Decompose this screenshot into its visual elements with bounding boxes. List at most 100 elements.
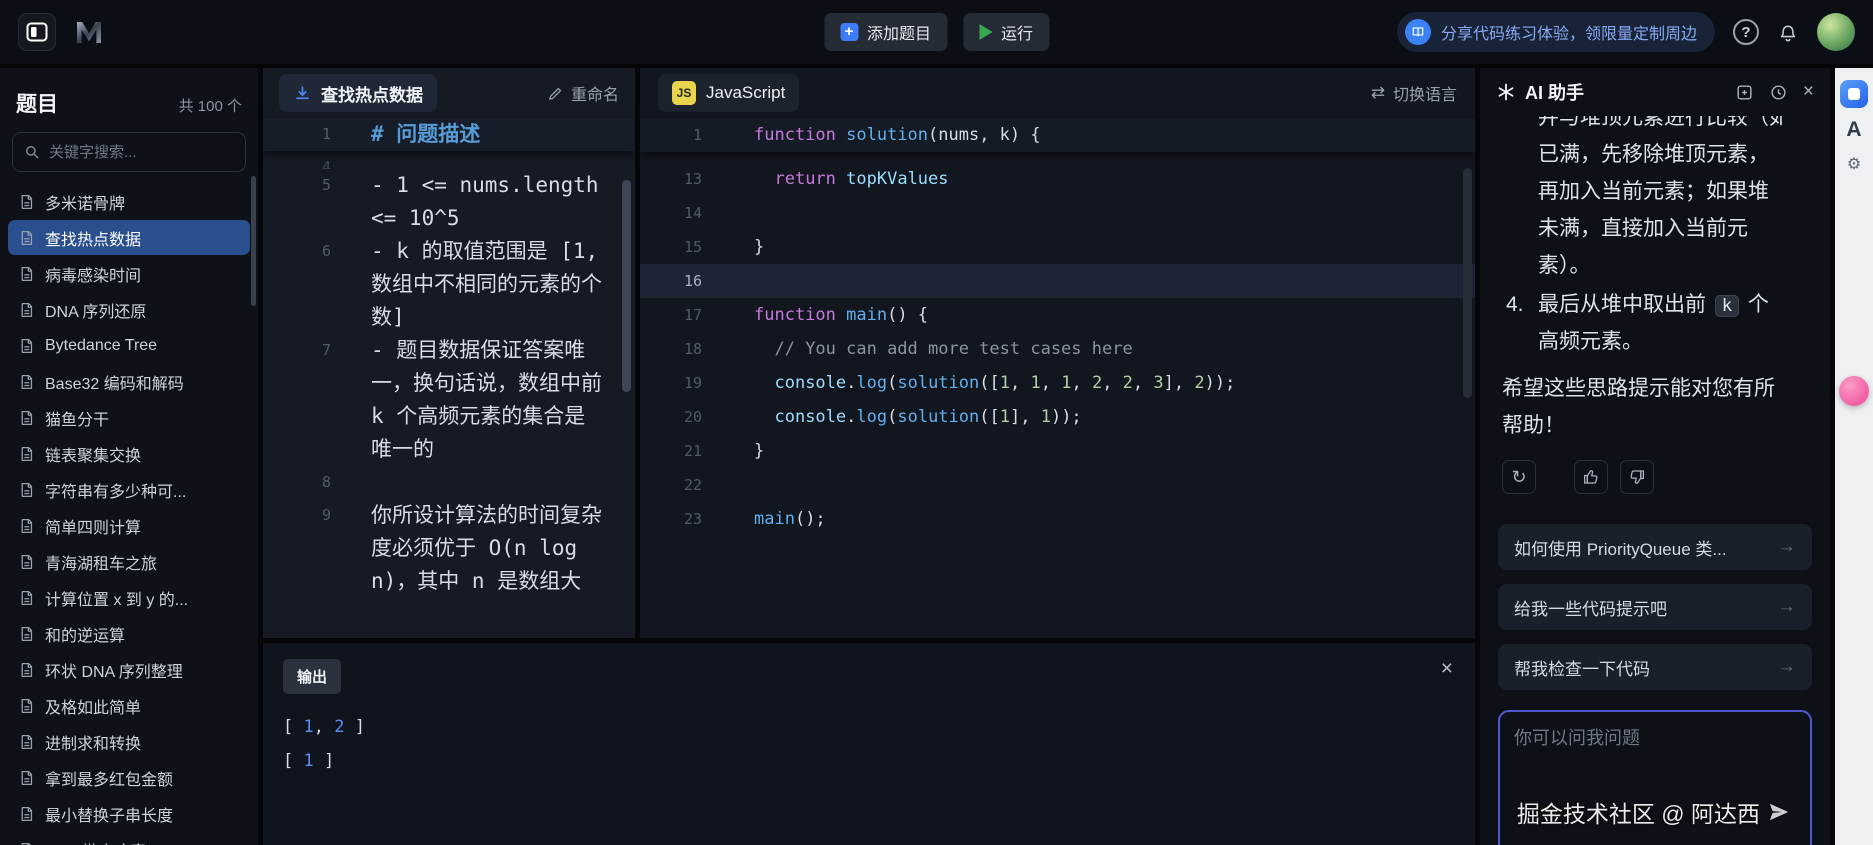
pencil-icon [547, 85, 564, 102]
topbar: + 添加题目 运行 分享代码练习体验，领限量定制周边 ? [0, 0, 1873, 64]
sidebar-item[interactable]: 查找热点数据 [8, 220, 250, 255]
add-problem-label: 添加题目 [867, 20, 931, 44]
close-icon[interactable]: × [1803, 81, 1814, 103]
sidebar-item-label: 环状 DNA 序列整理 [45, 658, 183, 682]
sidebar-item[interactable]: 青海湖租车之旅 [8, 544, 250, 579]
book-icon [1405, 19, 1431, 45]
new-chat-icon[interactable] [1735, 83, 1754, 102]
thumbs-up-button[interactable] [1574, 460, 1608, 494]
document-icon [18, 445, 35, 463]
sidebar-item[interactable]: 及格如此简单 [8, 688, 250, 723]
arrow-right-icon: → [1777, 596, 1796, 618]
extension-pink-icon[interactable] [1839, 376, 1869, 406]
extension-a-icon[interactable]: A [1835, 118, 1873, 142]
ai-input-box[interactable]: 你可以问我问题 [1498, 710, 1812, 845]
share-banner[interactable]: 分享代码练习体验，领限量定制周边 [1397, 12, 1715, 52]
output-line: [ 1 ] [283, 744, 1455, 778]
help-icon[interactable]: ? [1733, 19, 1759, 45]
sidebar-item-label: 字符串有多少种可... [45, 478, 186, 502]
search-input[interactable] [12, 132, 246, 172]
sidebar-item[interactable]: 最小替换子串长度 [8, 796, 250, 831]
line-number: 9 [263, 499, 331, 532]
sidebar-item[interactable]: 链表聚集交换 [8, 436, 250, 471]
run-button[interactable]: 运行 [963, 13, 1049, 51]
list-text: 最后从堆中取出前 k 个高频元素。 [1538, 286, 1782, 360]
sidebar-scrollbar[interactable] [251, 176, 256, 306]
markdown-line: 9你所设计算法的时间复杂度必须优于 O(n log n)，其中 n 是数组大 [263, 499, 635, 598]
sidebar-item[interactable]: 计算位置 x 到 y 的... [8, 580, 250, 615]
output-close-icon[interactable]: × [1441, 657, 1453, 681]
editor-scrollbar[interactable] [1463, 168, 1472, 398]
document-icon [18, 697, 35, 715]
editor-header: JS JavaScript ⇄ 切换语言 [640, 68, 1475, 118]
ai-suggestion-chip[interactable]: 给我一些代码提示吧→ [1498, 584, 1812, 630]
sidebar-header: 题目 共 100 个 [0, 80, 258, 132]
code-line: 21} [640, 434, 1475, 468]
sidebar-item-label: 青海湖租车之旅 [45, 550, 157, 574]
extension-gear-icon[interactable]: ⚙ [1835, 154, 1873, 174]
history-icon[interactable] [1769, 83, 1788, 102]
sidebar-item[interactable]: 多米诺骨牌 [8, 184, 250, 219]
play-icon [979, 24, 992, 40]
problem-scrollbar[interactable] [622, 180, 631, 392]
sidebar-item[interactable]: DNA 序列还原 [8, 292, 250, 327]
js-icon: JS [672, 81, 696, 105]
main-area: 题目 共 100 个 多米诺骨牌查找热点数据病毒感染时间DNA 序列还原Byte… [0, 64, 1873, 845]
line-number: 15 [640, 230, 728, 264]
output-title: 输出 [283, 659, 341, 694]
document-icon [18, 805, 35, 823]
ai-suggestion-chip[interactable]: 帮我检查一下代码→ [1498, 644, 1812, 690]
code-line: 20 console.log(solution([1], 1)); [640, 400, 1475, 434]
user-avatar[interactable] [1817, 13, 1855, 51]
rename-button[interactable]: 重命名 [547, 81, 619, 105]
switch-language-button[interactable]: ⇄ 切换语言 [1371, 81, 1457, 105]
topbar-actions: + 添加题目 运行 [824, 13, 1049, 51]
sidebar-item[interactable]: 病毒感染时间 [8, 256, 250, 291]
sidebar-item[interactable]: 进制求和转换 [8, 724, 250, 759]
problem-description[interactable]: 1# 问题描述45- 1 <= nums.length <= 10^56- k … [263, 118, 635, 598]
sidebar-item-label: 病毒感染时间 [45, 262, 141, 286]
marscode-logo[interactable] [72, 17, 106, 47]
ai-suggestion-chip[interactable]: 如何使用 PriorityQueue 类...→ [1498, 524, 1812, 570]
sidebar-item[interactable]: Cion 勘察病毒 [8, 832, 250, 845]
document-icon [18, 841, 35, 845]
document-icon [18, 553, 35, 571]
code-area[interactable]: 1function solution(nums, k) {13 return t… [640, 118, 1475, 536]
notifications-icon[interactable] [1777, 21, 1799, 43]
line-number: 1 [640, 118, 728, 152]
document-icon [18, 301, 35, 319]
problem-sidebar: 题目 共 100 个 多米诺骨牌查找热点数据病毒感染时间 DNA 序列还原Byte… [0, 68, 258, 845]
arrow-right-icon: → [1777, 656, 1796, 678]
document-icon [18, 193, 35, 211]
sidebar-item[interactable]: 和的逆运算 [8, 616, 250, 651]
extension-blue-icon[interactable] [1840, 80, 1868, 108]
code-line: 23main(); [640, 502, 1475, 536]
problem-panel: 查找热点数据 重命名 1# 问题描述45- 1 <= nums.length <… [263, 68, 635, 638]
sidebar-item[interactable]: 简单四则计算 [8, 508, 250, 543]
thumbs-down-button[interactable] [1620, 460, 1654, 494]
add-problem-button[interactable]: + 添加题目 [824, 13, 947, 51]
language-tab[interactable]: JS JavaScript [658, 74, 799, 112]
sidebar-item-label: 进制求和转换 [45, 730, 141, 754]
line-number: 20 [640, 400, 728, 434]
code-line: 16 [640, 264, 1475, 298]
sidebar-item[interactable]: 猫鱼分干 [8, 400, 250, 435]
line-number: 23 [640, 502, 728, 536]
app-logo[interactable] [18, 13, 56, 51]
markdown-line: 4 [263, 151, 635, 169]
document-icon [18, 517, 35, 535]
app: + 添加题目 运行 分享代码练习体验，领限量定制周边 ? [0, 0, 1873, 845]
problem-title-button[interactable]: 查找热点数据 [279, 74, 437, 112]
ai-assistant-panel: AI 助手 × 并与堆顶 [1480, 68, 1830, 845]
sidebar-item[interactable]: 环状 DNA 序列整理 [8, 652, 250, 687]
regenerate-button[interactable]: ↻ [1502, 460, 1536, 494]
line-number: 8 [263, 466, 331, 499]
sparkle-icon [1496, 82, 1516, 102]
sidebar-item[interactable]: Bytedance Tree [8, 328, 250, 363]
sidebar-item[interactable]: 拿到最多红包金额 [8, 760, 250, 795]
sidebar-item[interactable]: 字符串有多少种可... [8, 472, 250, 507]
markdown-line: 1# 问题描述 [263, 118, 635, 151]
line-number: 18 [640, 332, 728, 366]
sidebar-item[interactable]: Base32 编码和解码 [8, 364, 250, 399]
line-number: 6 [263, 235, 331, 268]
